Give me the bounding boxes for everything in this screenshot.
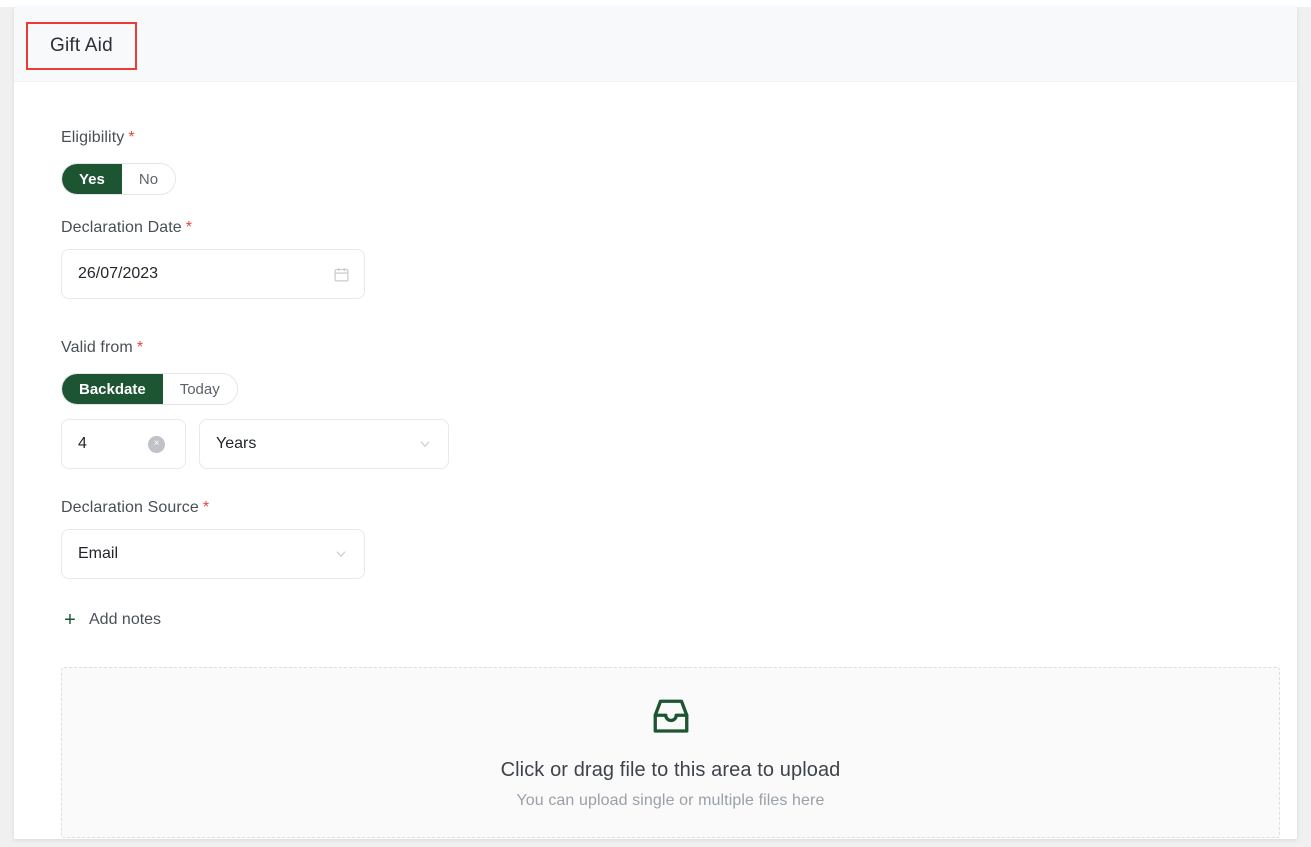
tab-bar: Gift Aid: [14, 7, 1297, 82]
tab-gift-aid-label: Gift Aid: [50, 35, 113, 56]
chevron-down-icon[interactable]: [332, 545, 350, 563]
calendar-icon[interactable]: [332, 265, 350, 283]
gift-aid-form: Eligibility * Yes No Declaration Date * 26…: [14, 83, 1297, 839]
backdate-unit-value: Years: [216, 435, 257, 452]
declaration-date-value: 26/07/2023: [78, 265, 159, 282]
app-root: Gift Aid Eligibility * Yes No Declaration…: [0, 0, 1311, 847]
valid-from-option-today-label: Today: [179, 380, 220, 398]
eligibility-toggle[interactable]: Yes No: [61, 163, 177, 195]
declaration-source-label: Declaration Source *: [61, 499, 209, 517]
valid-from-label: Valid from *: [61, 339, 143, 357]
clear-icon[interactable]: ×: [148, 435, 165, 453]
add-notes-label: Add notes: [89, 611, 162, 628]
plus-icon-glyph: +: [64, 609, 76, 631]
declaration-source-label-text: Declaration Source: [61, 499, 199, 516]
eligibility-option-no-label: No: [138, 170, 159, 188]
inbox-icon: [648, 696, 694, 743]
valid-from-option-backdate[interactable]: Backdate: [62, 374, 163, 404]
gift-aid-card: Gift Aid Eligibility * Yes No Declaration…: [14, 7, 1297, 839]
declaration-date-label: Declaration Date *: [61, 219, 192, 237]
valid-from-toggle[interactable]: Backdate Today: [61, 373, 238, 405]
declaration-source-select[interactable]: Email: [61, 529, 365, 579]
dropzone-subtitle: You can upload single or multiple files …: [516, 791, 825, 809]
chevron-down-icon[interactable]: [416, 435, 434, 453]
add-notes-button[interactable]: + Add notes: [62, 610, 161, 630]
valid-from-label-text: Valid from: [61, 339, 133, 356]
plus-icon: +: [62, 610, 78, 630]
declaration-date-label-text: Declaration Date: [61, 219, 182, 236]
file-upload-dropzone[interactable]: Click or drag file to this area to uploa…: [61, 667, 1280, 838]
backdate-unit-select[interactable]: Years: [199, 419, 449, 469]
tab-gift-aid[interactable]: Gift Aid: [26, 22, 137, 70]
declaration-date-input[interactable]: 26/07/2023: [61, 249, 365, 299]
dropzone-title: Click or drag file to this area to uploa…: [500, 758, 841, 781]
eligibility-option-yes[interactable]: Yes: [62, 164, 122, 194]
backdate-amount-input[interactable]: 4 ×: [61, 419, 186, 469]
eligibility-label-text: Eligibility: [61, 129, 125, 146]
valid-from-option-backdate-label: Backdate: [79, 380, 146, 398]
declaration-date-required-asterisk: *: [185, 219, 193, 236]
eligibility-required-asterisk: *: [128, 129, 135, 146]
eligibility-option-yes-label: Yes: [79, 170, 105, 188]
valid-from-option-today[interactable]: Today: [162, 374, 237, 404]
eligibility-option-no[interactable]: No: [121, 164, 176, 194]
declaration-source-required-asterisk: *: [202, 499, 210, 516]
eligibility-label: Eligibility *: [61, 129, 135, 147]
declaration-source-value: Email: [78, 545, 119, 562]
backdate-amount-value: 4: [78, 435, 87, 452]
clear-icon-glyph: ×: [153, 438, 160, 449]
valid-from-required-asterisk: *: [136, 339, 144, 356]
